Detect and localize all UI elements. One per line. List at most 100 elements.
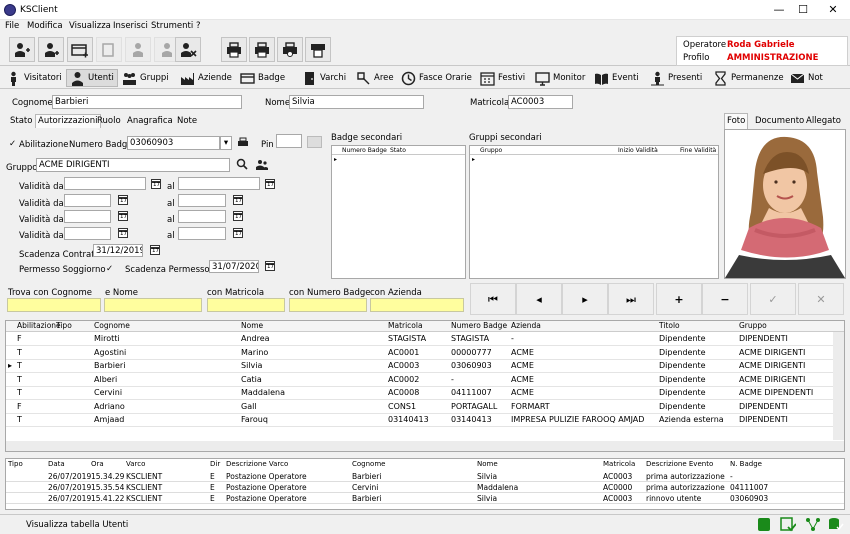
calendar-icon[interactable] <box>118 195 128 205</box>
tab-autorizzazioni[interactable]: Autorizzazioni <box>35 114 101 128</box>
group-icon[interactable] <box>256 159 268 171</box>
validita-al-2[interactable] <box>178 194 226 207</box>
badge-secondari-table[interactable]: Numero Badge Stato ▸ <box>331 145 466 279</box>
calendar-icon[interactable] <box>118 228 128 238</box>
nav-visitatori[interactable]: Visitatori <box>6 69 62 87</box>
nav-badge[interactable]: Badge <box>240 69 285 87</box>
post-record-button[interactable]: ✓ <box>750 283 796 315</box>
nav-fasce-orarie[interactable]: Fasce Orarie <box>401 69 472 87</box>
minimize-button[interactable]: — <box>768 2 790 18</box>
event-col-header[interactable]: Descrizione Varco <box>226 460 288 468</box>
validita-dal-3[interactable] <box>64 210 111 223</box>
tab-anagrafica[interactable]: Anagrafica <box>127 116 173 126</box>
calendar-icon[interactable] <box>118 211 128 221</box>
nav-gruppi[interactable]: Gruppi <box>122 69 169 87</box>
permesso-soggiorno-checkbox[interactable]: ✓ <box>106 264 113 274</box>
calendar-icon[interactable] <box>233 228 243 238</box>
menu-strumenti[interactable]: Strumenti <box>151 21 193 31</box>
table-row[interactable] <box>6 374 833 387</box>
grid-col-header[interactable]: Titolo <box>659 321 680 330</box>
search-nome-input[interactable] <box>104 298 202 312</box>
delete-user-button[interactable] <box>175 37 201 62</box>
grid-col-header[interactable]: Azienda <box>511 321 541 330</box>
table-row[interactable] <box>6 387 833 400</box>
grid-hscrollbar[interactable] <box>6 441 844 451</box>
event-col-header[interactable]: Ora <box>91 460 104 468</box>
scadenza-contratto-input[interactable]: 31/12/2019 <box>93 244 143 257</box>
tab-note[interactable]: Note <box>177 116 197 126</box>
grid-col-header[interactable]: Abilitazione <box>17 321 61 330</box>
print-button[interactable] <box>221 37 247 62</box>
table-row[interactable] <box>6 360 833 373</box>
calendar-icon[interactable] <box>233 211 243 221</box>
pin-button[interactable] <box>307 136 322 148</box>
close-button[interactable]: ✕ <box>822 2 844 18</box>
maximize-button[interactable]: ☐ <box>792 2 814 18</box>
menu-help[interactable]: ? <box>196 21 201 31</box>
gruppo-input[interactable]: ACME DIRIGENTI <box>36 158 230 172</box>
validita-al-4[interactable] <box>178 227 226 240</box>
printer-icon[interactable] <box>237 137 249 149</box>
search-azienda-input[interactable] <box>370 298 464 312</box>
calendar-icon[interactable] <box>265 261 275 271</box>
print-search-button[interactable] <box>277 37 303 62</box>
calendar-icon[interactable] <box>233 195 243 205</box>
search-badge-input[interactable] <box>289 298 367 312</box>
tab-stato[interactable]: Stato <box>10 116 32 126</box>
add-user-button[interactable] <box>9 37 35 62</box>
menu-inserisci[interactable]: Inserisci <box>113 21 148 31</box>
numero-badge-input[interactable]: 03060903 <box>127 136 220 150</box>
badge-dropdown-button[interactable]: ▾ <box>220 136 232 150</box>
grid-col-header[interactable]: Nome <box>241 321 263 330</box>
scadenza-permesso-input[interactable]: 31/07/2020 <box>209 260 259 273</box>
menu-file[interactable]: File <box>5 21 19 31</box>
add-user-alt-button[interactable] <box>38 37 64 62</box>
grid-vscrollbar[interactable] <box>833 332 844 440</box>
grid-col-header[interactable]: Gruppo <box>739 321 767 330</box>
validita-dal-1[interactable] <box>64 177 146 190</box>
nav-aziende[interactable]: Aziende <box>180 69 232 87</box>
copy-button[interactable] <box>96 37 122 62</box>
event-col-header[interactable]: Cognome <box>352 460 385 468</box>
event-col-header[interactable]: Data <box>48 460 65 468</box>
cancel-record-button[interactable]: ✕ <box>798 283 844 315</box>
cognome-input[interactable]: Barbieri <box>52 95 242 109</box>
validita-al-3[interactable] <box>178 210 226 223</box>
menu-visualizza[interactable]: Visualizza <box>69 21 111 31</box>
event-col-header[interactable]: Varco <box>126 460 145 468</box>
grid-col-header[interactable]: Numero Badge <box>451 321 507 330</box>
prev-record-button[interactable]: ◂ <box>516 283 562 315</box>
search-icon[interactable] <box>236 158 248 170</box>
menu-modifica[interactable]: Modifica <box>27 21 63 31</box>
nav-monitor[interactable]: Monitor <box>535 69 585 87</box>
validita-al-1[interactable] <box>178 177 260 190</box>
new-card-button[interactable] <box>67 37 93 62</box>
tab-foto[interactable]: Foto <box>724 113 749 129</box>
event-col-header[interactable]: Descrizione Evento <box>646 460 713 468</box>
abilitazione-checkbox[interactable]: ✓ <box>9 139 16 149</box>
event-col-header[interactable]: Dir <box>210 460 220 468</box>
nav-utenti[interactable]: Utenti <box>66 69 118 87</box>
delete-record-button[interactable]: − <box>702 283 748 315</box>
matricola-input[interactable]: AC0003 <box>508 95 573 109</box>
tab-documento[interactable]: Documento <box>755 116 804 126</box>
first-record-button[interactable]: ⏮ <box>470 283 516 315</box>
validita-dal-2[interactable] <box>64 194 111 207</box>
event-col-header[interactable]: N. Badge <box>730 460 762 468</box>
grid-col-header[interactable]: Cognome <box>94 321 130 330</box>
nav-varchi[interactable]: Varchi <box>302 69 346 87</box>
validita-dal-4[interactable] <box>64 227 111 240</box>
next-record-button[interactable]: ▸ <box>562 283 608 315</box>
nav-eventi[interactable]: Eventi <box>594 69 639 87</box>
calendar-icon[interactable] <box>150 245 160 255</box>
print-label-button[interactable] <box>305 37 331 62</box>
nav-festivi[interactable]: Festivi <box>480 69 525 87</box>
calendar-icon[interactable] <box>151 179 161 189</box>
event-col-header[interactable]: Matricola <box>603 460 635 468</box>
last-record-button[interactable]: ⏭ <box>608 283 654 315</box>
nav-notifiche[interactable]: Not <box>790 69 823 87</box>
gruppi-secondari-table[interactable]: Gruppo Inizio Validità Fine Validità ▸ <box>469 145 719 279</box>
nav-aree[interactable]: Aree <box>356 69 394 87</box>
print-preview-button[interactable] <box>249 37 275 62</box>
nav-permanenze[interactable]: Permanenze <box>713 69 784 87</box>
